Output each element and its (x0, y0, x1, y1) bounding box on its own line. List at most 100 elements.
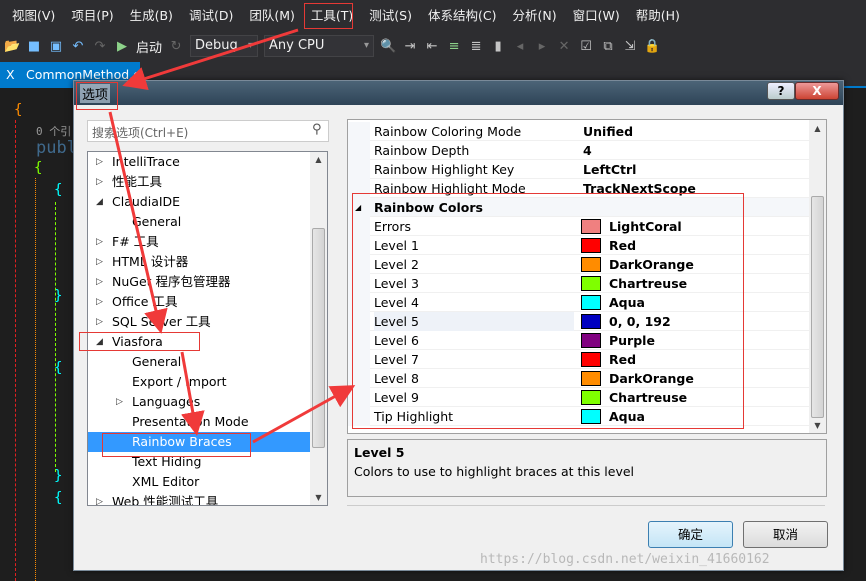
color-property-row[interactable]: Level 9 Chartreuse (348, 388, 809, 407)
property-row[interactable]: Rainbow Coloring Mode Unified (348, 122, 809, 141)
property-row[interactable]: Rainbow Depth 4 (348, 141, 809, 160)
undo-icon[interactable]: ↶ (70, 39, 86, 54)
attach-icon[interactable]: ⧉ (600, 39, 616, 54)
tree-item[interactable]: ◢ Viasfora (88, 332, 310, 352)
task-icon[interactable]: ☑ (578, 39, 594, 54)
tree-item[interactable]: ◢ ClaudiaIDE (88, 192, 310, 212)
menu-item[interactable]: 体系结构(C) (420, 4, 504, 28)
menu-item[interactable]: 测试(S) (361, 4, 420, 28)
color-property-row[interactable]: Level 2 DarkOrange (348, 255, 809, 274)
tree-item[interactable]: Text Hiding (88, 452, 310, 472)
scroll-down-icon[interactable]: ▼ (809, 421, 826, 430)
collapsed-arrow-icon[interactable]: ▷ (96, 312, 103, 332)
menu-item[interactable]: 项目(P) (63, 4, 121, 28)
tree-item[interactable]: ▷ HTML 设计器 (88, 252, 310, 272)
property-row[interactable]: Rainbow Highlight Mode TrackNextScope (348, 179, 809, 198)
menu-item[interactable]: 生成(B) (122, 4, 181, 28)
lock-icon[interactable]: 🔒 (644, 39, 660, 54)
tree-item[interactable]: ▷ IntelliTrace (88, 152, 310, 172)
options-tree: ▷ Web 性能测试工具 XML Editor Text Hiding Rainbow … (87, 151, 328, 506)
row-gutter (348, 312, 370, 331)
color-property-row[interactable]: Level 3 Chartreuse (348, 274, 809, 293)
tree-item[interactable]: ▷ SQL Server 工具 (88, 312, 310, 332)
save-all-icon[interactable]: ▣ (48, 39, 64, 54)
prev-bookmark-icon[interactable]: ◂ (512, 39, 528, 54)
collapsed-arrow-icon[interactable]: ▷ (96, 232, 103, 252)
color-property-row[interactable]: Level 4 Aqua (348, 293, 809, 312)
menu-item[interactable]: 视图(V) (4, 4, 63, 28)
tree-item[interactable]: XML Editor (88, 472, 310, 492)
tree-item[interactable]: ▷ NuGet 程序包管理器 (88, 272, 310, 292)
checkin-icon[interactable]: ⇲ (622, 39, 638, 54)
expanded-arrow-icon[interactable]: ◢ (96, 192, 103, 212)
collapsed-arrow-icon[interactable]: ▷ (96, 172, 103, 192)
color-property-row[interactable]: Tip Highlight Aqua (348, 407, 809, 426)
collapse-arrow-icon[interactable]: ◢ (355, 198, 361, 217)
tree-item[interactable]: ▷ F# 工具 (88, 232, 310, 252)
menu-item[interactable]: 团队(M) (241, 4, 303, 28)
menu-item[interactable]: 工具(T) (303, 4, 361, 28)
refresh-icon[interactable]: ↻ (168, 39, 184, 54)
category-row[interactable]: ◢ Rainbow Colors (348, 198, 809, 217)
menu-item[interactable]: 分析(N) (504, 4, 564, 28)
expanded-arrow-icon[interactable]: ◢ (96, 332, 103, 352)
close-button[interactable]: X (795, 82, 839, 100)
save-icon[interactable]: ■ (26, 39, 42, 54)
color-property-row[interactable]: Level 8 DarkOrange (348, 369, 809, 388)
uncomment-icon[interactable]: ≣ (468, 39, 484, 54)
property-row[interactable]: Rainbow Highlight Key LeftCtrl (348, 160, 809, 179)
menu-item[interactable]: 窗口(W) (565, 4, 628, 28)
menu-item[interactable]: 调试(D) (181, 4, 241, 28)
scroll-thumb[interactable] (811, 196, 824, 418)
search-input[interactable]: 搜索选项(Ctrl+E) (87, 120, 329, 142)
comment-icon[interactable]: ≡ (446, 39, 462, 54)
next-bookmark-icon[interactable]: ▸ (534, 39, 550, 54)
tree-item[interactable]: ▷ Languages (88, 392, 310, 412)
find-icon[interactable]: 🔍 (380, 39, 396, 54)
property-name: Rainbow Depth (374, 143, 470, 158)
tree-item[interactable]: ▷ Web 性能测试工具 (88, 492, 310, 505)
start-icon[interactable]: ▶ (114, 39, 130, 54)
tree-item[interactable]: General (88, 352, 310, 372)
bookmark-icon[interactable]: ▮ (490, 39, 506, 54)
outdent-icon[interactable]: ⇤ (424, 39, 440, 54)
property-value: Purple (609, 333, 655, 348)
description-text: Colors to use to highlight braces at thi… (354, 464, 635, 479)
scroll-thumb[interactable] (312, 228, 325, 448)
grid-scrollbar[interactable]: ▲ ▼ (809, 120, 826, 433)
clear-bookmarks-icon[interactable]: ✕ (556, 39, 572, 54)
cancel-button[interactable]: 取消 (743, 521, 828, 548)
platform-select[interactable]: Any CPU (264, 35, 375, 57)
scroll-up-icon[interactable]: ▲ (310, 155, 327, 164)
color-property-row[interactable]: Level 7 Red (348, 350, 809, 369)
config-select[interactable]: Debug (190, 35, 259, 57)
collapsed-arrow-icon[interactable]: ▷ (116, 392, 123, 412)
indent-icon[interactable]: ⇥ (402, 39, 418, 54)
color-property-row[interactable]: Errors LightCoral (348, 217, 809, 236)
tree-item[interactable]: ▷ 性能工具 (88, 172, 310, 192)
tree-item[interactable]: Rainbow Braces (88, 432, 310, 452)
collapsed-arrow-icon[interactable]: ▷ (96, 292, 103, 312)
open-folder-icon[interactable]: 📂 (4, 39, 20, 54)
color-property-row[interactable]: Level 1 Red (348, 236, 809, 255)
tree-scrollbar[interactable]: ▲ ▼ (310, 152, 327, 505)
dialog-titlebar[interactable]: 选项 ? X (74, 81, 843, 105)
collapsed-arrow-icon[interactable]: ▷ (96, 252, 103, 272)
collapsed-arrow-icon[interactable]: ▷ (96, 272, 103, 292)
color-property-row[interactable]: Level 5 0, 0, 192 (348, 312, 809, 331)
scroll-up-icon[interactable]: ▲ (809, 124, 826, 133)
ok-button[interactable]: 确定 (648, 521, 733, 548)
tree-item[interactable]: Presentation Mode (88, 412, 310, 432)
close-tab-icon[interactable]: X (6, 62, 15, 88)
redo-icon[interactable]: ↷ (92, 39, 108, 54)
tree-item[interactable]: General (88, 212, 310, 232)
help-button[interactable]: ? (767, 82, 795, 100)
collapsed-arrow-icon[interactable]: ▷ (96, 152, 103, 172)
collapsed-arrow-icon[interactable]: ▷ (96, 492, 103, 505)
tree-item[interactable]: ▷ Office 工具 (88, 292, 310, 312)
tree-item[interactable]: Export / Import (88, 372, 310, 392)
menu-item[interactable]: 帮助(H) (628, 4, 688, 28)
start-button[interactable]: 启动 (136, 37, 162, 56)
color-property-row[interactable]: Level 6 Purple (348, 331, 809, 350)
scroll-down-icon[interactable]: ▼ (310, 493, 327, 502)
